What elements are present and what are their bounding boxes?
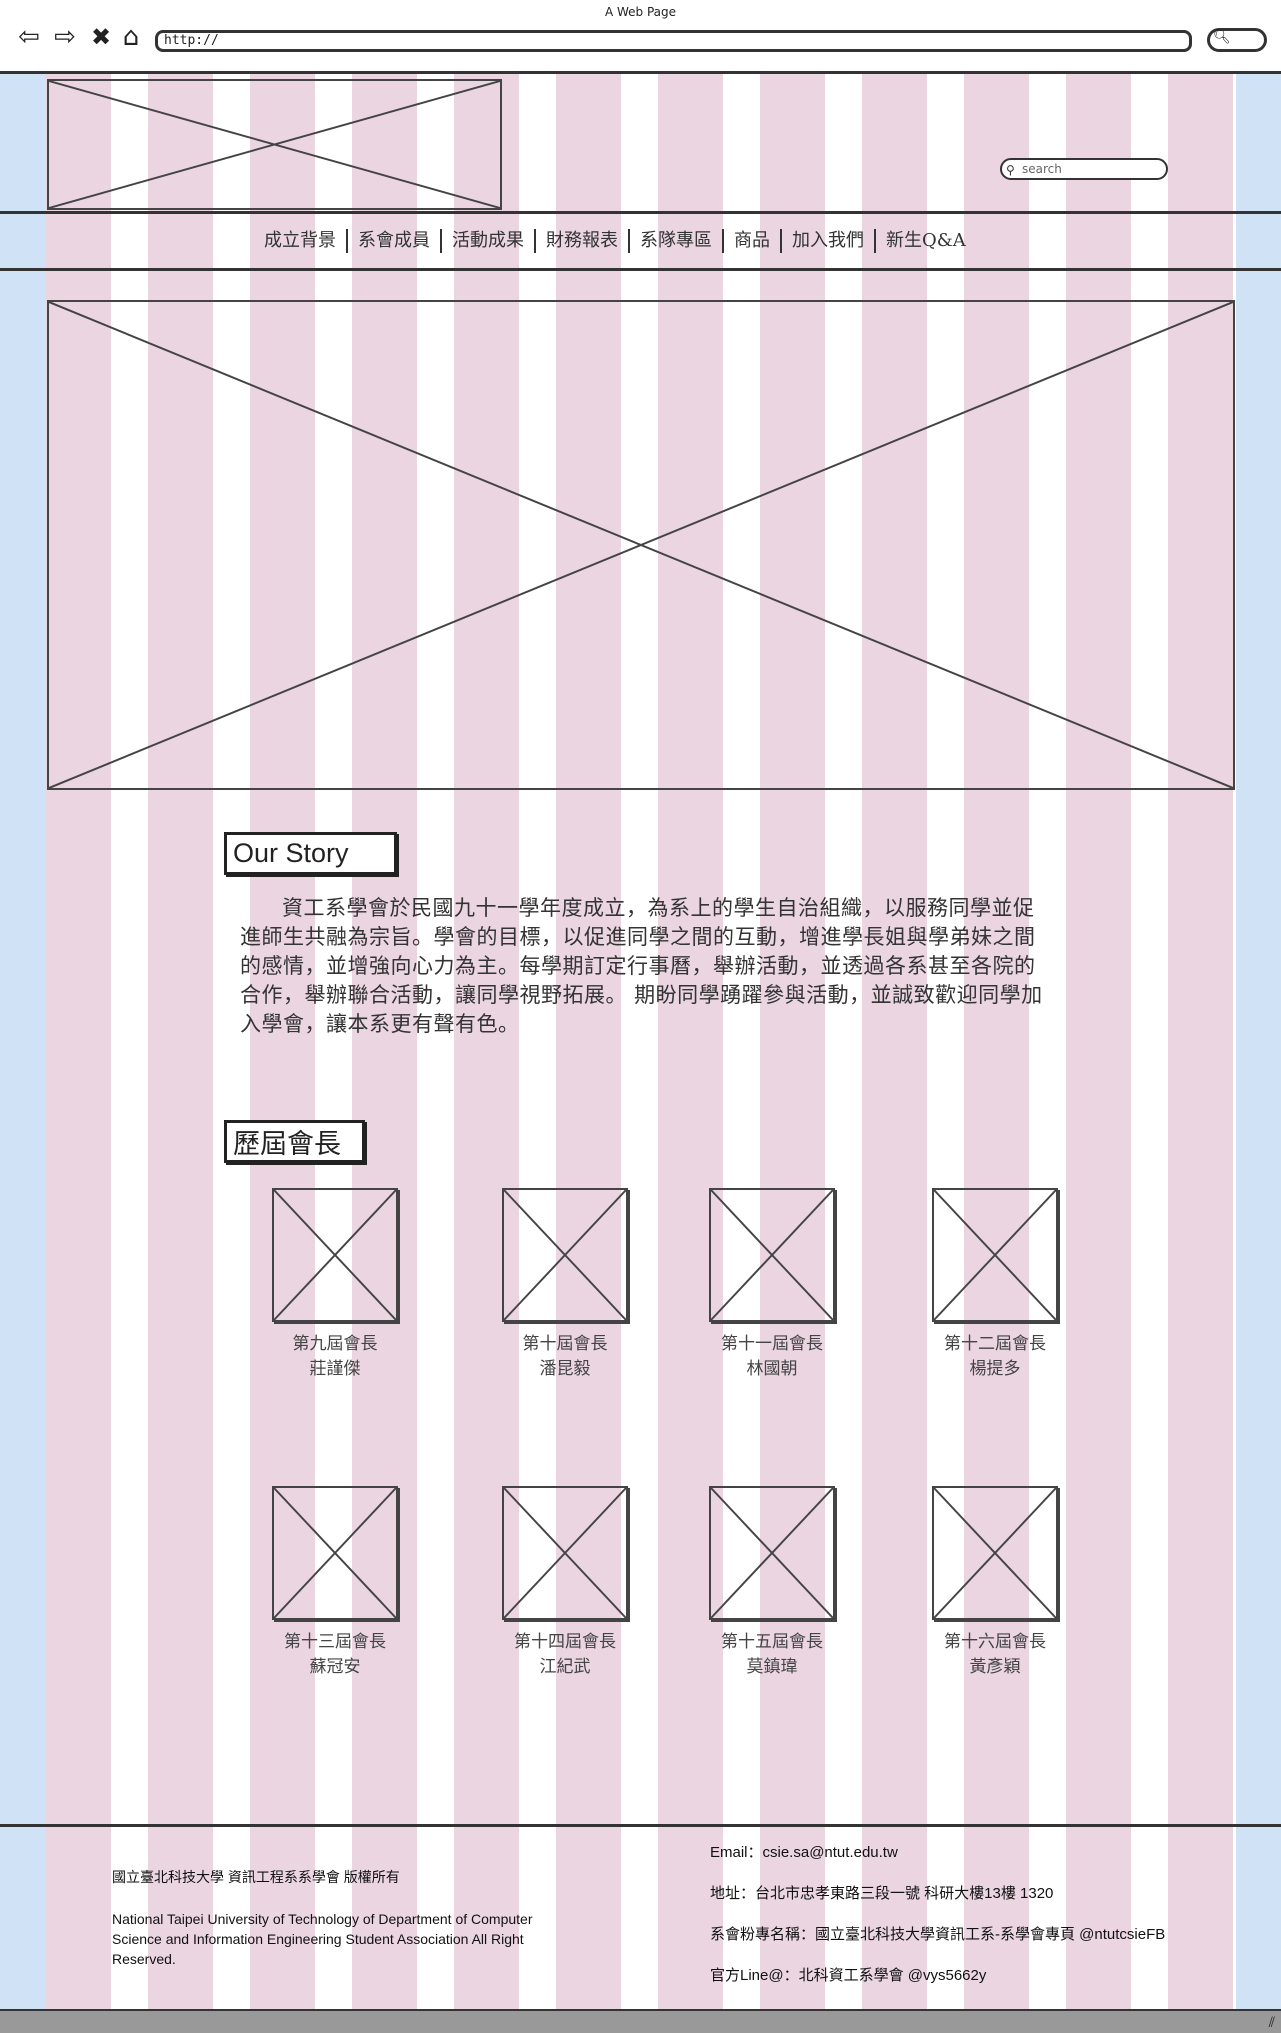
nav-item-members[interactable]: 系會成員: [346, 229, 440, 253]
president-name: 林國朝: [746, 1359, 798, 1379]
our-story-heading: Our Story: [224, 832, 397, 875]
browser-chrome: A Web Page ⇦ ⇨ ✖ ⌂ http:// 🔍︎: [0, 0, 1281, 74]
presidents-heading: 歷屆會長: [224, 1120, 365, 1163]
forward-arrow-icon[interactable]: ⇨: [50, 22, 80, 52]
copyright-en: National Taipei University of Technology…: [112, 1911, 533, 1967]
footer-email: Email：csie.sa@ntut.edu.tw: [710, 1844, 898, 1861]
president-photo-placeholder: [272, 1188, 398, 1322]
nav-item-freshman-qa[interactable]: 新生Q&A: [874, 229, 976, 253]
president-term: 第十二屆會長: [944, 1334, 1046, 1354]
nav-item-background[interactable]: 成立背景: [262, 229, 346, 253]
president-name: 黃彥穎: [969, 1657, 1021, 1677]
president-name: 莊謹傑: [309, 1359, 361, 1379]
resize-grip-icon[interactable]: ⫽: [1269, 2015, 1275, 2031]
president-photo-placeholder: [932, 1486, 1058, 1620]
president-caption: 第十五屆會長 莫鎮瑋: [672, 1630, 872, 1680]
president-photo-placeholder: [709, 1188, 835, 1322]
status-bar: ⫽: [0, 2009, 1281, 2033]
president-photo-placeholder: [709, 1486, 835, 1620]
window-title: A Web Page: [604, 5, 677, 19]
search-icon: 🔍︎: [1213, 29, 1231, 45]
nav-list: 成立背景 系會成員 活動成果 財務報表 系隊專區 商品 加入我們 新生Q&A: [262, 214, 976, 268]
browser-search-field[interactable]: 🔍︎: [1207, 28, 1267, 52]
president-name: 楊提多: [969, 1359, 1021, 1379]
nav-item-products[interactable]: 商品: [722, 229, 780, 253]
main-nav: 成立背景 系會成員 活動成果 財務報表 系隊專區 商品 加入我們 新生Q&A: [0, 211, 1281, 271]
president-caption: 第十屆會長 潘昆毅: [465, 1332, 665, 1382]
logo-placeholder: [47, 79, 502, 210]
president-caption: 第十四屆會長 江紀武: [465, 1630, 665, 1680]
url-bar[interactable]: http://: [155, 30, 1192, 52]
hero-banner-placeholder: [47, 300, 1235, 790]
president-photo-placeholder: [932, 1188, 1058, 1322]
president-name: 莫鎮瑋: [746, 1657, 798, 1677]
president-term: 第十六屆會長: [944, 1632, 1046, 1652]
president-term: 第十四屆會長: [514, 1632, 616, 1652]
president-term: 第十三屆會長: [284, 1632, 386, 1652]
president-caption: 第十三屆會長 蘇冠安: [235, 1630, 435, 1680]
home-icon[interactable]: ⌂: [116, 22, 146, 52]
story-paragraph: 資工系學會於民國九十一學年度成立，為系上的學生自治組織，以服務同學並促進師生共融…: [240, 896, 1043, 1036]
footer: 國立臺北科技大學 資訊工程系系學會 版權所有 National Taipei U…: [0, 1824, 1281, 2009]
copyright-zh: 國立臺北科技大學 資訊工程系系學會 版權所有: [112, 1869, 400, 1885]
footer-address: 地址：台北市忠孝東路三段一號 科研大樓13樓 1320: [710, 1885, 1054, 1902]
page-canvas: ⚲ search 成立背景 系會成員 活動成果 財務報表 系隊專區 商品 加入我…: [0, 74, 1281, 2009]
president-caption: 第十六屆會長 黃彥穎: [895, 1630, 1095, 1680]
footer-facebook: 系會粉專名稱：國立臺北科技大學資訊工系-系學會專頁 @ntutcsieFB: [710, 1926, 1166, 1943]
nav-item-join[interactable]: 加入我們: [780, 229, 874, 253]
search-icon: ⚲: [1006, 163, 1015, 177]
president-term: 第十五屆會長: [721, 1632, 823, 1652]
search-input[interactable]: ⚲ search: [1000, 158, 1168, 180]
president-term: 第十屆會長: [522, 1334, 608, 1354]
president-term: 第十一屆會長: [721, 1334, 823, 1354]
footer-line: 官方Line@：北科資工系學會 @vys5662y: [710, 1967, 987, 1984]
search-placeholder: search: [1022, 162, 1062, 176]
president-photo-placeholder: [272, 1486, 398, 1620]
president-caption: 第十一屆會長 林國朝: [672, 1332, 872, 1382]
president-caption: 第十二屆會長 楊提多: [895, 1332, 1095, 1382]
nav-item-teams[interactable]: 系隊專區: [628, 229, 722, 253]
president-term: 第九屆會長: [292, 1334, 378, 1354]
close-x-icon[interactable]: ✖: [86, 22, 116, 52]
back-arrow-icon[interactable]: ⇦: [14, 22, 44, 52]
president-photo-placeholder: [502, 1188, 628, 1322]
president-name: 蘇冠安: [309, 1657, 361, 1677]
nav-item-activities[interactable]: 活動成果: [440, 229, 534, 253]
president-photo-placeholder: [502, 1486, 628, 1620]
president-name: 江紀武: [539, 1657, 591, 1677]
president-caption: 第九屆會長 莊謹傑: [235, 1332, 435, 1382]
nav-item-finance[interactable]: 財務報表: [534, 229, 628, 253]
president-name: 潘昆毅: [539, 1359, 591, 1379]
